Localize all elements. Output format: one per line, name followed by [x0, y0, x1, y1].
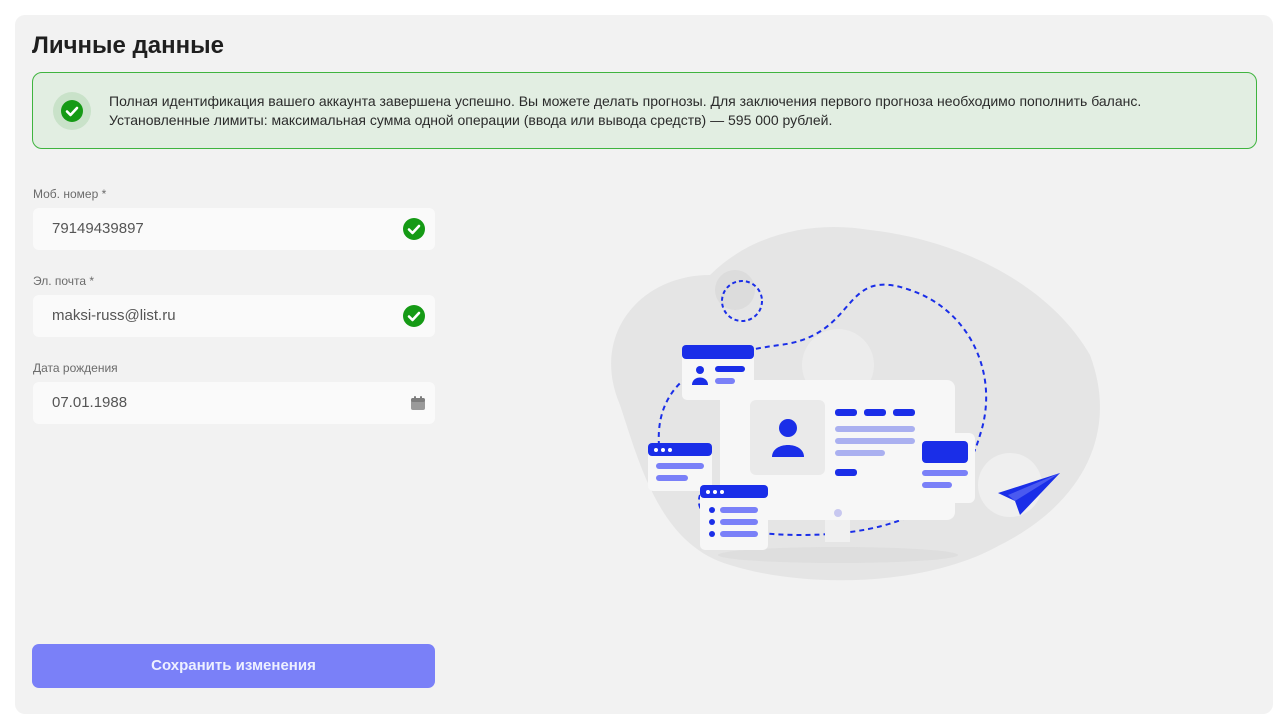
email-field[interactable]: maksi-russ@list.ru — [33, 295, 435, 337]
calendar-icon[interactable] — [411, 396, 425, 410]
check-circle-icon — [53, 92, 91, 130]
verified-check-icon — [403, 218, 425, 240]
save-changes-button[interactable]: Сохранить изменения — [32, 644, 435, 688]
birthdate-label: Дата рождения — [33, 361, 118, 375]
identity-illustration — [611, 227, 1100, 581]
page-title: Личные данные — [32, 32, 224, 59]
alert-message: Полная идентификация вашего аккаунта зав… — [109, 93, 1142, 128]
success-alert: Полная идентификация вашего аккаунта зав… — [32, 72, 1257, 149]
birthdate-value: 07.01.1988 — [52, 394, 128, 411]
birthdate-field[interactable]: 07.01.1988 — [33, 382, 435, 424]
email-label: Эл. почта * — [33, 274, 95, 288]
verified-check-icon — [403, 305, 425, 327]
phone-value: 79149439897 — [52, 220, 144, 237]
email-value: maksi-russ@list.ru — [52, 307, 176, 324]
phone-field[interactable]: 79149439897 — [33, 208, 435, 250]
phone-label: Моб. номер * — [33, 187, 107, 201]
